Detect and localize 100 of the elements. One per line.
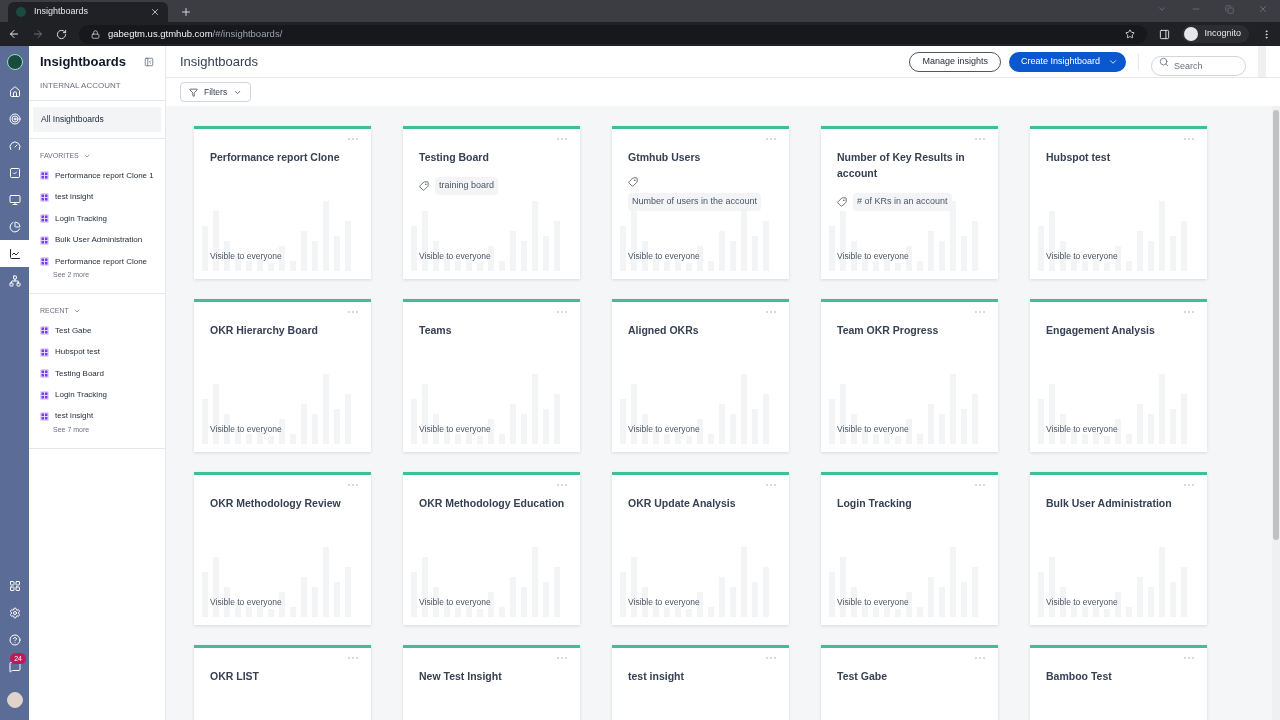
insightboard-card[interactable]: Login Tracking Visible to everyone: [821, 472, 998, 625]
forward-icon[interactable]: [32, 28, 44, 40]
all-insightboards-item[interactable]: All Insightboards: [33, 107, 161, 132]
insightboard-card[interactable]: Team OKR Progress Visible to everyone: [821, 299, 998, 452]
profile-chip[interactable]: Incognito: [1182, 25, 1249, 43]
insightboard-card[interactable]: OKR Methodology Review Visible to everyone: [194, 472, 371, 625]
create-insightboard-button[interactable]: Create Insightboard: [1008, 51, 1126, 72]
home-icon: [8, 85, 21, 98]
new-tab-icon[interactable]: [180, 6, 192, 18]
insightboard-card[interactable]: Bulk User Administration Visible to everyone: [1030, 472, 1207, 625]
rail-item[interactable]: [0, 240, 29, 267]
more-icon[interactable]: [765, 310, 777, 314]
tab-search-icon[interactable]: [1157, 4, 1167, 14]
sidebar-item[interactable]: test insight: [40, 186, 154, 209]
card-title: Number of Key Results in account: [837, 150, 966, 181]
tasks-icon: [8, 166, 21, 179]
url-text: gabegtm.us.gtmhub.com/#/insightboards/: [108, 26, 283, 41]
more-icon[interactable]: [347, 310, 359, 314]
side-panel-icon[interactable]: [1159, 28, 1171, 40]
tag-icon: [419, 180, 429, 191]
collapse-icon[interactable]: [144, 57, 154, 67]
close-icon[interactable]: [150, 7, 160, 17]
insightboard-card[interactable]: Aligned OKRs Visible to everyone: [612, 299, 789, 452]
lock-icon: [91, 29, 100, 39]
sidebar-item[interactable]: Login Tracking: [40, 208, 154, 230]
insightboard-card[interactable]: Performance report Clone Visible to everyone: [194, 126, 371, 279]
more-icon[interactable]: [974, 310, 986, 314]
more-icon[interactable]: [765, 656, 777, 660]
insightboard-card[interactable]: Bamboo Test: [1030, 645, 1207, 720]
more-icon[interactable]: [974, 483, 986, 487]
visibility-label: Visible to everyone: [628, 596, 700, 609]
more-icon[interactable]: [765, 483, 777, 487]
board-icon: [40, 171, 49, 181]
back-icon[interactable]: [8, 28, 20, 40]
insightboard-card[interactable]: OKR Update Analysis Visible to everyone: [612, 472, 789, 625]
tag-label: Number of users in the account: [628, 193, 762, 211]
chevron-icon[interactable]: [82, 152, 91, 160]
board-icon: [40, 214, 49, 224]
sidebar-item[interactable]: Test Gabe: [40, 320, 154, 342]
card-title: OKR Methodology Review: [210, 496, 342, 511]
restore-icon[interactable]: [1225, 5, 1234, 14]
more-icon[interactable]: [1183, 137, 1195, 141]
insightboard-card[interactable]: Testing Board training board Visible to everyone: [403, 126, 580, 279]
avatar[interactable]: [6, 692, 23, 708]
insightboard-card[interactable]: OKR LIST: [194, 645, 371, 720]
visibility-label: Visible to everyone: [628, 250, 700, 263]
sidebar-item[interactable]: Testing Board: [40, 363, 154, 385]
sidebar-item[interactable]: test insight: [40, 405, 154, 428]
board-icon: [40, 347, 49, 357]
more-icon[interactable]: [347, 137, 359, 141]
app-logo-icon[interactable]: [6, 54, 23, 70]
more-icon[interactable]: [556, 137, 568, 141]
insightboard-card[interactable]: OKR Methodology Education Visible to everyone: [403, 472, 580, 625]
more-icon[interactable]: [765, 137, 777, 141]
sidebar-item[interactable]: Performance report Clone: [40, 250, 154, 273]
more-icon[interactable]: [974, 137, 986, 141]
filters-button[interactable]: Filters: [180, 82, 252, 102]
more-icon[interactable]: [1183, 483, 1195, 487]
insightboard-card[interactable]: Number of Key Results in account # of KRs in an account Visible to everyone: [821, 126, 998, 279]
reload-icon[interactable]: [56, 28, 67, 40]
sidebar-item[interactable]: Hubspot test: [40, 341, 154, 363]
insights-icon: [8, 247, 21, 260]
scrollbar[interactable]: [1272, 106, 1280, 720]
more-icon[interactable]: [347, 656, 359, 660]
visibility-label: Visible to everyone: [210, 250, 282, 263]
sidebar-item[interactable]: Performance report Clone 1: [40, 165, 154, 187]
board-icon: [40, 192, 49, 202]
more-icon[interactable]: [556, 310, 568, 314]
people-icon: [8, 274, 21, 287]
sidebar-item[interactable]: Login Tracking: [40, 384, 154, 406]
insightboard-card[interactable]: Test Gabe: [821, 645, 998, 720]
browser-tab[interactable]: Insightboards: [8, 2, 168, 22]
more-icon[interactable]: [347, 483, 359, 487]
insightboard-card[interactable]: OKR Hierarchy Board Visible to everyone: [194, 299, 371, 452]
board-icon: [40, 326, 49, 336]
insightboard-card[interactable]: Engagement Analysis Visible to everyone: [1030, 299, 1207, 452]
address-bar[interactable]: gabegtm.us.gtmhub.com/#/insightboards/: [79, 24, 1148, 44]
insightboard-card[interactable]: Hubspot test Visible to everyone: [1030, 126, 1207, 279]
card-title: New Test Insight: [419, 669, 503, 684]
search-field[interactable]: Search: [1151, 55, 1246, 76]
bookmark-star-icon[interactable]: [1125, 29, 1136, 39]
close-window-icon[interactable]: [1258, 4, 1268, 14]
sidebar-item[interactable]: Bulk User Administration: [40, 229, 154, 251]
more-icon[interactable]: [974, 656, 986, 660]
insightboard-card[interactable]: Gtmhub Users Number of users in the account Visible to everyone: [612, 126, 789, 279]
page-title: Insightboards: [180, 52, 260, 71]
card-title: Aligned OKRs: [628, 323, 700, 338]
more-icon[interactable]: [1183, 310, 1195, 314]
insightboard-card[interactable]: test insight: [612, 645, 789, 720]
card-title: Gtmhub Users: [628, 150, 702, 165]
tag-icon: [628, 177, 638, 187]
board-icon: [40, 369, 49, 379]
more-icon[interactable]: [556, 656, 568, 660]
visibility-label: Visible to everyone: [419, 423, 491, 436]
card-title: Login Tracking: [837, 496, 913, 511]
more-icon[interactable]: [1183, 656, 1195, 660]
apps-icon: [8, 579, 21, 592]
insightboard-card[interactable]: Teams Visible to everyone: [403, 299, 580, 452]
insightboard-card[interactable]: New Test Insight: [403, 645, 580, 720]
more-icon[interactable]: [556, 483, 568, 487]
